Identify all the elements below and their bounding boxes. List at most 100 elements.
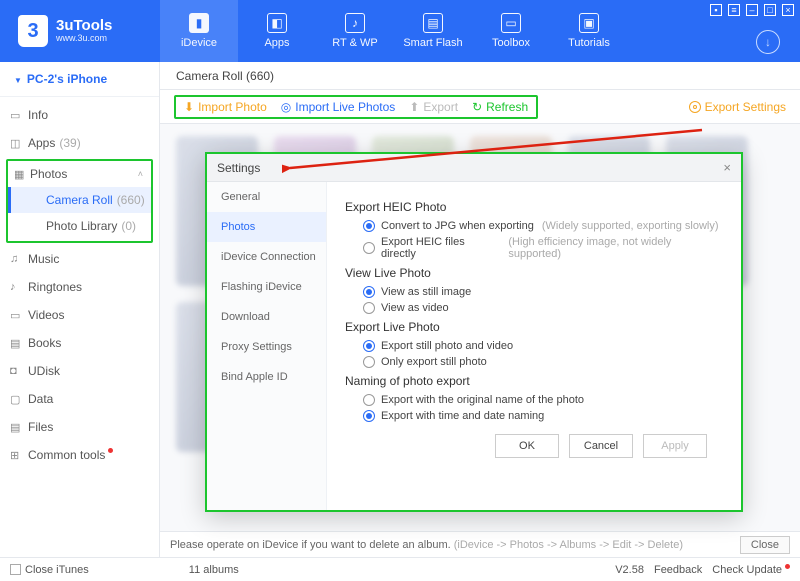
radio-icon (363, 220, 375, 232)
win-max-icon[interactable]: □ (764, 4, 776, 16)
opt-export-heic-direct[interactable]: Export HEIC files directly(High efficien… (363, 236, 723, 260)
ok-button[interactable]: OK (495, 434, 559, 458)
opt-export-still-and-video[interactable]: Export still photo and video (363, 340, 723, 352)
dialog-title-bar: Settings × (207, 154, 741, 182)
photos-icon: ▦ (14, 168, 24, 181)
sidebar-item-apps[interactable]: ◫Apps(39) (0, 129, 159, 157)
tab-download[interactable]: Download (207, 302, 326, 332)
download-icon[interactable]: ↓ (756, 30, 780, 54)
music-icon: ♪ (345, 13, 365, 33)
sidebar-item-files[interactable]: ▤Files (0, 413, 159, 441)
sidebar-item-udisk[interactable]: ◘UDisk (0, 357, 159, 385)
refresh-button[interactable]: ↻Refresh (472, 100, 528, 114)
opt-convert-jpg[interactable]: Convert to JPG when exporting(Widely sup… (363, 220, 723, 232)
tab-general[interactable]: General (207, 182, 326, 212)
close-panel-button[interactable]: Close (740, 536, 790, 554)
radio-icon (363, 356, 375, 368)
sidebar-item-videos[interactable]: ▭Videos (0, 301, 159, 329)
check-update-link[interactable]: Check Update (712, 564, 790, 576)
hint-bar: Please operate on iDevice if you want to… (160, 531, 800, 557)
app-url: www.3u.com (56, 34, 112, 44)
export-settings-button[interactable]: Export Settings (689, 100, 786, 114)
grid-icon: ⊞ (10, 449, 19, 462)
sidebar-item-books[interactable]: ▤Books (0, 329, 159, 357)
files-icon: ▤ (10, 421, 20, 434)
tab-photos[interactable]: Photos (207, 212, 326, 242)
apps-icon: ◫ (10, 137, 20, 150)
tab-idevice-connection[interactable]: iDevice Connection (207, 242, 326, 272)
nav-idevice[interactable]: ▮iDevice (160, 0, 238, 62)
nav-toolbox[interactable]: ▭Toolbox (472, 0, 550, 62)
close-icon[interactable]: × (723, 160, 731, 175)
opt-original-name[interactable]: Export with the original name of the pho… (363, 394, 723, 406)
sidebar-item-data[interactable]: ▢Data (0, 385, 159, 413)
win-lock-icon[interactable]: ▪ (710, 4, 722, 16)
toolbox-icon: ▭ (501, 13, 521, 33)
dialog-title: Settings (217, 161, 260, 175)
opt-view-video[interactable]: View as video (363, 302, 723, 314)
toolbar-import-group: ⬇Import Photo ◎Import Live Photos ⬆Expor… (174, 95, 538, 119)
nav-smartflash[interactable]: ▤Smart Flash (394, 0, 472, 62)
video-icon: ▭ (10, 309, 20, 322)
window-controls: ▪ ≡ – □ × (710, 4, 794, 16)
sidebar-item-photo-library[interactable]: Photo Library(0) (8, 213, 151, 239)
section-export-heic: Export HEIC Photo (345, 200, 723, 214)
dialog-footer: OK Cancel Apply (345, 426, 723, 466)
device-selector[interactable]: PC-2's iPhone (0, 62, 159, 97)
version-label: V2.58 (615, 564, 644, 576)
phone-icon: ▮ (189, 13, 209, 33)
section-export-live: Export Live Photo (345, 320, 723, 334)
sidebar: PC-2's iPhone ▭Info ◫Apps(39) ▦Photos˄ C… (0, 62, 160, 557)
sidebar-item-photos[interactable]: ▦Photos˄ (8, 161, 151, 187)
tab-bind-apple-id[interactable]: Bind Apple ID (207, 362, 326, 392)
hint-path: (iDevice -> Photos -> Albums -> Edit -> … (454, 539, 683, 551)
section-naming: Naming of photo export (345, 374, 723, 388)
opt-view-still[interactable]: View as still image (363, 286, 723, 298)
radio-icon (363, 410, 375, 422)
breadcrumb: Camera Roll (660) (160, 62, 800, 90)
sidebar-item-info[interactable]: ▭Info (0, 101, 159, 129)
info-icon: ▭ (10, 109, 20, 122)
apps-icon: ◧ (267, 13, 287, 33)
refresh-icon: ↻ (472, 100, 482, 114)
radio-icon (363, 242, 375, 254)
sidebar-photos-group: ▦Photos˄ Camera Roll(660) Photo Library(… (6, 159, 153, 243)
sidebar-item-ringtones[interactable]: ♪Ringtones (0, 273, 159, 301)
bell-icon: ♪ (10, 281, 16, 293)
book-icon: ▤ (10, 337, 20, 350)
section-view-live: View Live Photo (345, 266, 723, 280)
tab-proxy[interactable]: Proxy Settings (207, 332, 326, 362)
cancel-button[interactable]: Cancel (569, 434, 633, 458)
nav-rtwp[interactable]: ♪RT & WP (316, 0, 394, 62)
import-live-button[interactable]: ◎Import Live Photos (281, 100, 396, 114)
logo-icon: 3 (18, 15, 48, 47)
live-icon: ◎ (281, 100, 291, 114)
radio-icon (363, 340, 375, 352)
book-icon: ▣ (579, 13, 599, 33)
opt-time-date-name[interactable]: Export with time and date naming (363, 410, 723, 422)
toolbar: ⬇Import Photo ◎Import Live Photos ⬆Expor… (160, 90, 800, 124)
nav-tutorials[interactable]: ▣Tutorials (550, 0, 628, 62)
sidebar-item-camera-roll[interactable]: Camera Roll(660) (8, 187, 151, 213)
sidebar-item-common-tools[interactable]: ⊞Common tools (0, 441, 159, 469)
folder-icon: ▢ (10, 393, 20, 406)
feedback-link[interactable]: Feedback (654, 564, 702, 576)
import-icon: ⬇ (184, 100, 194, 114)
win-min-icon[interactable]: – (746, 4, 758, 16)
opt-export-still-only[interactable]: Only export still photo (363, 356, 723, 368)
win-close-icon[interactable]: × (782, 4, 794, 16)
music-icon: ♫ (10, 253, 18, 265)
import-photo-button[interactable]: ⬇Import Photo (184, 100, 267, 114)
tab-flashing[interactable]: Flashing iDevice (207, 272, 326, 302)
status-bar: Close iTunes 11 albums V2.58 Feedback Ch… (0, 557, 800, 581)
sidebar-item-music[interactable]: ♫Music (0, 245, 159, 273)
logo: 3 3uTools www.3u.com (0, 15, 160, 47)
apply-button: Apply (643, 434, 707, 458)
app-header: 3 3uTools www.3u.com ▮iDevice ◧Apps ♪RT … (0, 0, 800, 62)
win-menu-icon[interactable]: ≡ (728, 4, 740, 16)
radio-icon (363, 286, 375, 298)
nav-apps[interactable]: ◧Apps (238, 0, 316, 62)
close-itunes-checkbox[interactable]: Close iTunes (10, 564, 89, 576)
chevron-up-icon: ˄ (138, 169, 143, 179)
radio-icon (363, 302, 375, 314)
